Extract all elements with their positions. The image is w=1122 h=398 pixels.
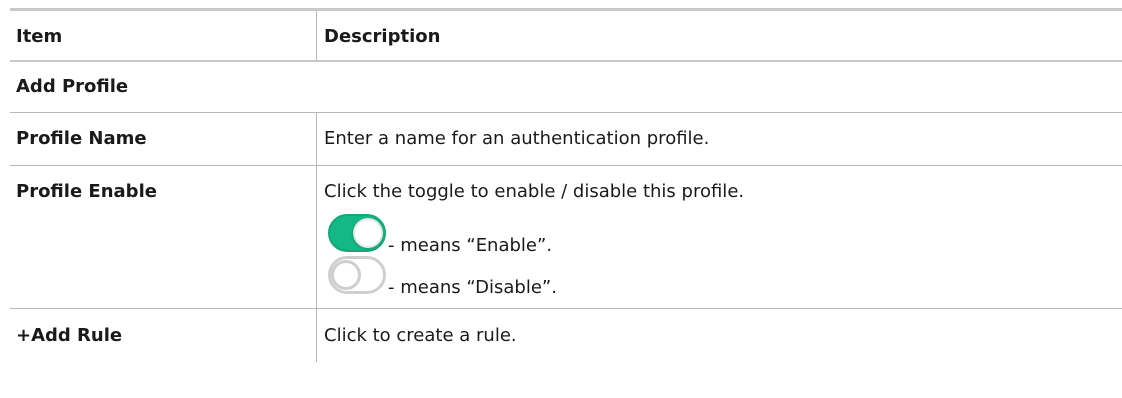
toggle-disable-text: - means “Disable”. [388, 277, 557, 298]
toggle-off-icon [328, 256, 386, 294]
desc-profile-enable: Click the toggle to enable / disable thi… [317, 166, 1122, 308]
item-profile-name: Profile Name [10, 113, 317, 165]
table-row-add-rule: +Add Rule Click to create a rule. [10, 309, 1122, 362]
section-title: Add Profile [16, 76, 129, 97]
desc-profile-name: Enter a name for an authentication profi… [324, 128, 710, 149]
header-description: Description [324, 25, 441, 47]
desc-profile-enable-text: Click the toggle to enable / disable thi… [324, 181, 745, 202]
toggle-enable-line: - means “Enable”. [324, 214, 1122, 256]
toggle-enable-text: - means “Enable”. [388, 235, 553, 256]
item-add-rule: +Add Rule [10, 309, 317, 362]
item-profile-enable: Profile Enable [10, 166, 317, 308]
toggle-disable-line: - means “Disable”. [324, 256, 1122, 298]
header-item: Item [10, 11, 317, 60]
description-table: Item Description Add Profile Profile Nam… [10, 8, 1122, 362]
desc-add-rule: Click to create a rule. [324, 324, 517, 346]
table-header-row: Item Description [10, 11, 1122, 62]
table-row-profile-enable: Profile Enable Click the toggle to enabl… [10, 166, 1122, 309]
toggle-on-icon [328, 214, 386, 252]
table-row-profile-name: Profile Name Enter a name for an authent… [10, 113, 1122, 166]
section-row: Add Profile [10, 62, 1122, 113]
